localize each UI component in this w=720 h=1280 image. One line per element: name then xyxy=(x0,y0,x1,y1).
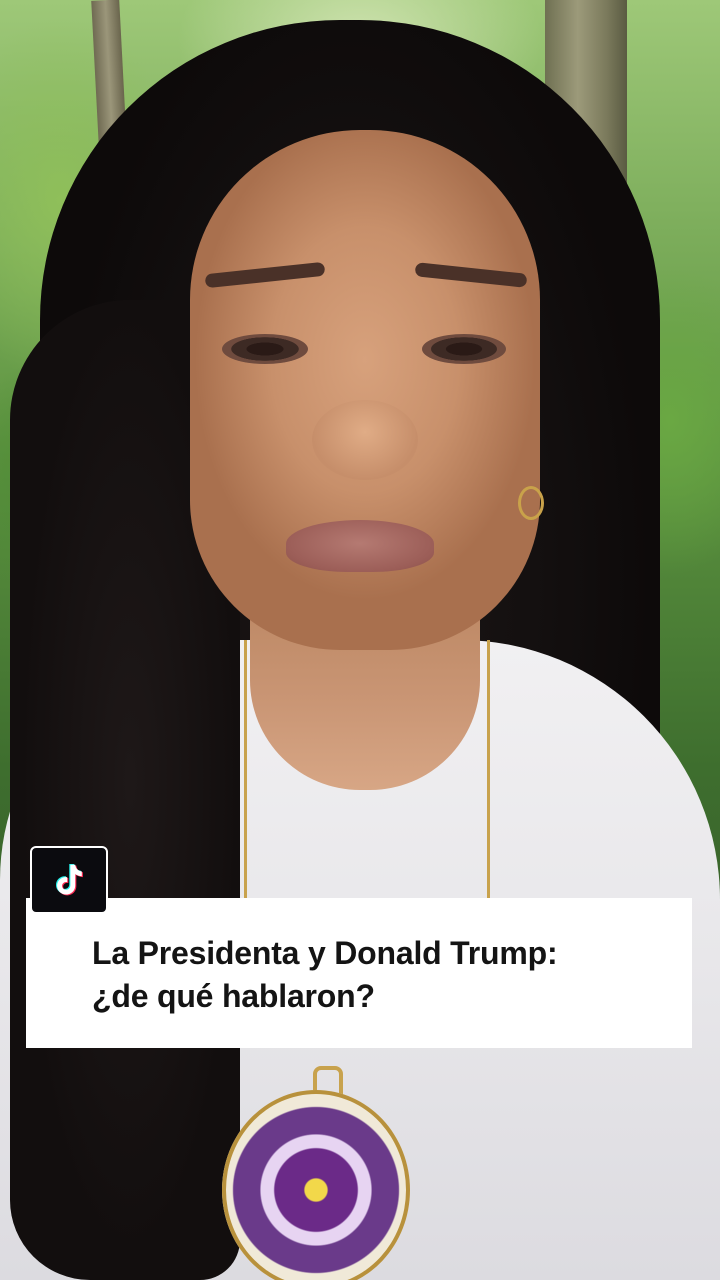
left-eye xyxy=(222,334,308,364)
caption-line-2: ¿de qué hablaron? xyxy=(92,978,375,1014)
video-frame[interactable]: La Presidenta y Donald Trump: ¿de qué ha… xyxy=(0,0,720,1280)
tiktok-logo-badge xyxy=(30,846,108,914)
caption-title: La Presidenta y Donald Trump: ¿de qué ha… xyxy=(92,932,662,1018)
caption-card: La Presidenta y Donald Trump: ¿de qué ha… xyxy=(26,898,692,1048)
earring xyxy=(518,486,544,520)
right-eye xyxy=(422,334,506,364)
beaded-star-pendant xyxy=(222,1090,410,1280)
tiktok-note-icon xyxy=(55,863,83,896)
caption-line-1: La Presidenta y Donald Trump: xyxy=(92,935,558,971)
lips xyxy=(286,520,434,572)
face xyxy=(190,130,540,650)
nose xyxy=(312,400,418,480)
